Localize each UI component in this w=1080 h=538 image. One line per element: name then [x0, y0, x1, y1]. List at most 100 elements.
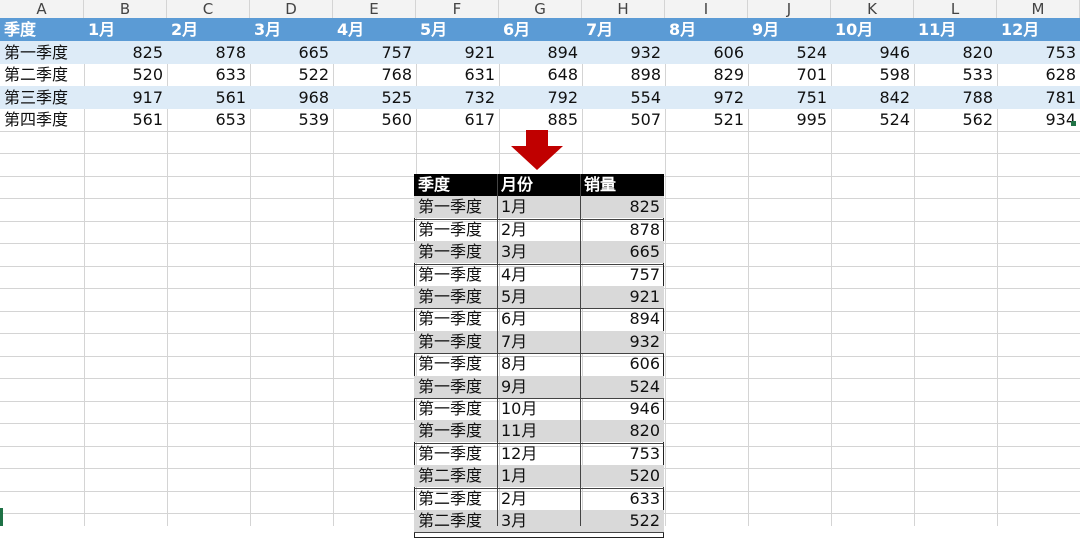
result-cell[interactable]: 第二季度 — [414, 488, 497, 510]
source-row-label[interactable]: 第四季度 — [0, 108, 84, 131]
source-header-cell[interactable]: 3月 — [250, 18, 333, 41]
result-cell[interactable]: 第一季度 — [414, 308, 497, 330]
source-header-cell[interactable]: 11月 — [914, 18, 997, 41]
source-value-cell[interactable]: 757 — [333, 41, 416, 64]
source-header-cell[interactable]: 10月 — [831, 18, 914, 41]
result-cell[interactable]: 第二季度 — [414, 465, 497, 487]
column-header-g[interactable]: G — [499, 0, 582, 18]
result-cell[interactable]: 第一季度 — [414, 196, 497, 218]
result-cell[interactable]: 第二季度 — [414, 510, 497, 532]
result-cell[interactable]: 825 — [580, 196, 664, 218]
result-cell[interactable]: 1月 — [497, 465, 580, 487]
column-header-b[interactable]: B — [84, 0, 167, 18]
source-value-cell[interactable]: 878 — [167, 41, 250, 64]
column-header-d[interactable]: D — [250, 0, 333, 18]
source-value-cell[interactable]: 898 — [582, 63, 665, 86]
result-cell[interactable]: 9月 — [497, 376, 580, 398]
result-cell[interactable]: 524 — [580, 376, 664, 398]
source-value-cell[interactable]: 829 — [665, 63, 748, 86]
source-value-cell[interactable]: 524 — [748, 41, 831, 64]
source-row-label[interactable]: 第三季度 — [0, 86, 84, 109]
column-header-e[interactable]: E — [333, 0, 416, 18]
source-value-cell[interactable]: 932 — [582, 41, 665, 64]
result-cell[interactable]: 第一季度 — [414, 219, 497, 241]
result-cell[interactable]: 5月 — [497, 286, 580, 308]
column-header-i[interactable]: I — [665, 0, 748, 18]
result-cell[interactable]: 10月 — [497, 398, 580, 420]
source-header-cell[interactable]: 5月 — [416, 18, 499, 41]
source-value-cell[interactable]: 561 — [84, 108, 167, 131]
source-header-cell[interactable]: 2月 — [167, 18, 250, 41]
result-header-cell[interactable]: 月份 — [497, 174, 580, 196]
source-value-cell[interactable]: 525 — [333, 86, 416, 109]
source-value-cell[interactable]: 520 — [84, 63, 167, 86]
result-cell[interactable]: 8月 — [497, 353, 580, 375]
source-value-cell[interactable]: 788 — [914, 86, 997, 109]
source-value-cell[interactable]: 894 — [499, 41, 582, 64]
source-value-cell[interactable]: 917 — [84, 86, 167, 109]
result-cell[interactable]: 1月 — [497, 196, 580, 218]
source-value-cell[interactable]: 820 — [914, 41, 997, 64]
result-cell[interactable]: 753 — [580, 443, 664, 465]
result-cell[interactable]: 第一季度 — [414, 331, 497, 353]
source-value-cell[interactable]: 598 — [831, 63, 914, 86]
result-cell[interactable]: 第一季度 — [414, 398, 497, 420]
source-value-cell[interactable]: 533 — [914, 63, 997, 86]
result-cell[interactable]: 606 — [580, 353, 664, 375]
column-header-j[interactable]: J — [748, 0, 831, 18]
source-value-cell[interactable]: 753 — [997, 41, 1080, 64]
result-cell[interactable]: 7月 — [497, 331, 580, 353]
source-value-cell[interactable]: 946 — [831, 41, 914, 64]
result-cell[interactable]: 6月 — [497, 308, 580, 330]
source-value-cell[interactable]: 968 — [250, 86, 333, 109]
result-cell[interactable]: 2月 — [497, 219, 580, 241]
result-cell[interactable]: 820 — [580, 420, 664, 442]
source-row-label[interactable]: 第二季度 — [0, 63, 84, 86]
result-cell[interactable]: 894 — [580, 308, 664, 330]
source-value-cell[interactable]: 554 — [582, 86, 665, 109]
result-cell[interactable]: 第一季度 — [414, 376, 497, 398]
source-value-cell[interactable]: 842 — [831, 86, 914, 109]
result-cell[interactable]: 第一季度 — [414, 353, 497, 375]
column-header-k[interactable]: K — [831, 0, 914, 18]
result-cell[interactable]: 932 — [580, 331, 664, 353]
result-cell[interactable]: 第一季度 — [414, 286, 497, 308]
result-header-cell[interactable]: 季度 — [414, 174, 497, 196]
source-header-cell[interactable]: 4月 — [333, 18, 416, 41]
source-value-cell[interactable]: 995 — [748, 108, 831, 131]
result-cell[interactable]: 520 — [580, 465, 664, 487]
source-value-cell[interactable]: 885 — [499, 108, 582, 131]
source-value-cell[interactable]: 751 — [748, 86, 831, 109]
source-value-cell[interactable]: 792 — [499, 86, 582, 109]
source-value-cell[interactable]: 921 — [416, 41, 499, 64]
source-header-cell[interactable]: 季度 — [0, 18, 84, 41]
source-value-cell[interactable]: 825 — [84, 41, 167, 64]
source-value-cell[interactable]: 665 — [250, 41, 333, 64]
source-header-cell[interactable]: 9月 — [748, 18, 831, 41]
source-value-cell[interactable]: 653 — [167, 108, 250, 131]
source-value-cell[interactable]: 539 — [250, 108, 333, 131]
column-header-l[interactable]: L — [914, 0, 997, 18]
result-cell[interactable]: 3月 — [497, 510, 580, 532]
source-value-cell[interactable]: 701 — [748, 63, 831, 86]
column-header-f[interactable]: F — [416, 0, 499, 18]
source-header-cell[interactable]: 7月 — [582, 18, 665, 41]
result-cell[interactable]: 921 — [580, 286, 664, 308]
spreadsheet-grid[interactable]: A B C D E F G H I J K L M 季度 1月 2月 3月 4月 5月 6月 7月 8月 9月 10月 11月 1… — [0, 0, 1080, 538]
result-cell[interactable]: 第一季度 — [414, 264, 497, 286]
fill-handle[interactable] — [1071, 121, 1076, 126]
source-value-cell[interactable]: 561 — [167, 86, 250, 109]
source-value-cell[interactable]: 521 — [665, 108, 748, 131]
result-cell[interactable]: 第一季度 — [414, 241, 497, 263]
source-value-cell[interactable]: 631 — [416, 63, 499, 86]
source-value-cell[interactable]: 648 — [499, 63, 582, 86]
source-value-cell[interactable]: 972 — [665, 86, 748, 109]
result-cell[interactable]: 第一季度 — [414, 420, 497, 442]
result-cell[interactable]: 4月 — [497, 264, 580, 286]
source-value-cell[interactable]: 617 — [416, 108, 499, 131]
result-cell[interactable]: 3月 — [497, 241, 580, 263]
source-value-cell[interactable]: 633 — [167, 63, 250, 86]
source-value-cell[interactable]: 628 — [997, 63, 1080, 86]
source-value-cell[interactable]: 562 — [914, 108, 997, 131]
result-cell[interactable]: 665 — [580, 241, 664, 263]
